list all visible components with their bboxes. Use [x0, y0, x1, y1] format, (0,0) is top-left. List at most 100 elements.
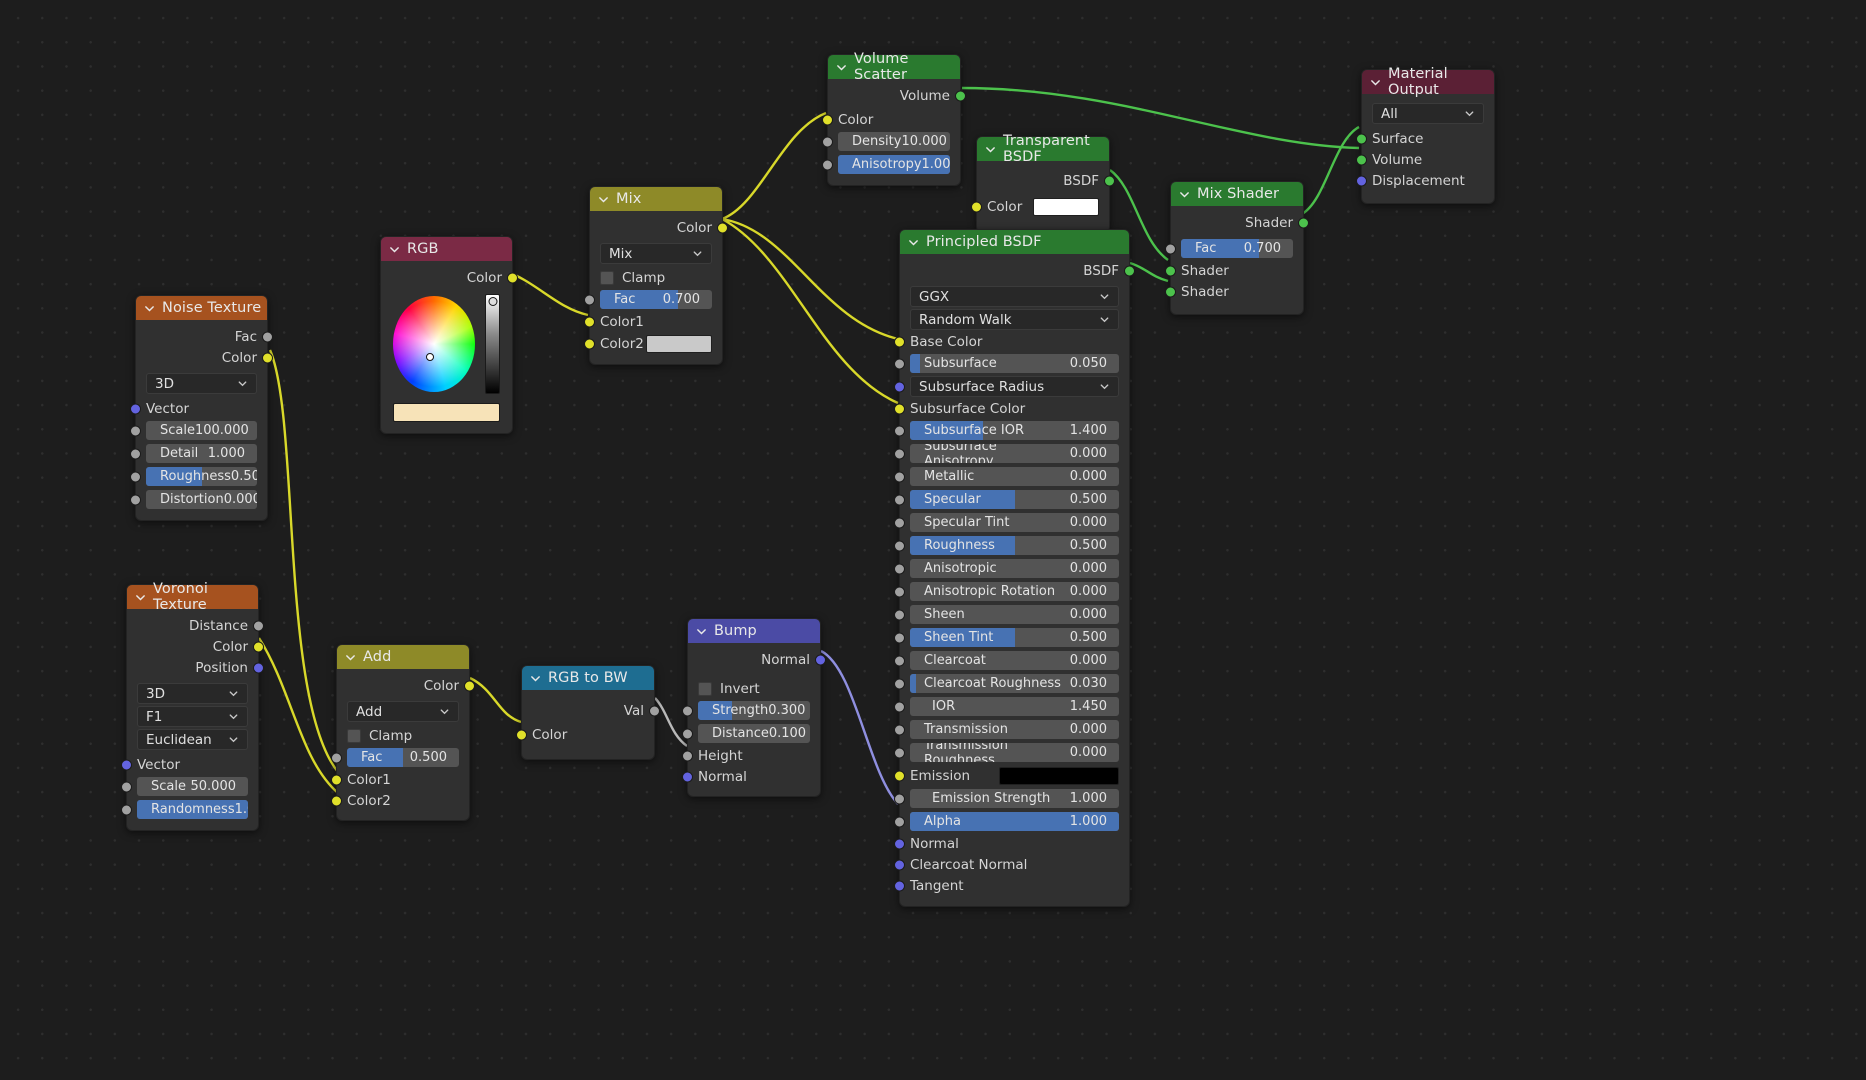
slider-distortion[interactable]: Distortion 0.000 [146, 490, 257, 509]
socket-out-fac[interactable] [262, 331, 273, 342]
subsurface-method-dropdown[interactable]: Random Walk [910, 309, 1119, 330]
node-transparent-bsdf[interactable]: Transparent BSDF BSDF Color [971, 133, 1115, 233]
socket-in-height[interactable] [682, 750, 693, 761]
color-wheel[interactable] [393, 296, 476, 392]
slider-detail[interactable]: Detail 1.000 [146, 444, 257, 463]
socket-in-strength[interactable] [682, 705, 693, 716]
chevron-down-icon[interactable] [908, 237, 919, 248]
socket-in-subsurface-radius[interactable] [894, 381, 905, 392]
chevron-down-icon[interactable] [1179, 189, 1190, 200]
node-header-rgb-to-bw[interactable]: RGB to BW [522, 666, 654, 690]
slider-transmission-roughness[interactable]: Transmission Roughness 0.000 [910, 743, 1119, 762]
node-header-volume-scatter[interactable]: Volume Scatter [828, 51, 960, 83]
node-header-add[interactable]: Add [337, 645, 469, 669]
socket-in-normal[interactable] [682, 771, 693, 782]
color-picker[interactable] [381, 288, 512, 396]
node-voronoi-texture[interactable]: Voronoi Texture Distance Color Position … [121, 581, 264, 831]
socket-in-color1[interactable] [584, 316, 595, 327]
emission-swatch[interactable] [999, 766, 1119, 785]
socket-in-color1[interactable] [331, 774, 342, 785]
socket-in-emission[interactable] [894, 770, 905, 781]
node-material-output[interactable]: Material Output All Surface Volume Displ… [1356, 66, 1495, 204]
slider-anisotropic[interactable]: Anisotropic 0.000 [910, 559, 1119, 578]
chevron-down-icon[interactable] [135, 592, 146, 603]
value-slider-cursor[interactable] [488, 297, 498, 306]
socket-out-bsdf[interactable] [1104, 175, 1115, 186]
socket-in-metallic[interactable] [894, 471, 905, 482]
node-header-transparent-bsdf[interactable]: Transparent BSDF [977, 133, 1109, 165]
socket-in-scale[interactable] [130, 425, 141, 436]
node-volume-scatter[interactable]: Volume Scatter Volume Color Density 10.0… [822, 51, 966, 186]
dropdown-subsurface-radius[interactable]: Subsurface Radius [910, 376, 1119, 397]
slider-scale[interactable]: Scale 50.000 [137, 777, 248, 796]
socket-in-base-color[interactable] [894, 336, 905, 347]
slider-subsurface-ior[interactable]: Subsurface IOR 1.400 [910, 421, 1119, 440]
socket-in-clearcoat[interactable] [894, 655, 905, 666]
chevron-down-icon[interactable] [389, 244, 400, 255]
slider-distance[interactable]: Distance 0.100 [698, 724, 810, 743]
node-rgb-to-bw[interactable]: RGB to BW Val Color [516, 665, 660, 760]
invert-checkbox[interactable] [698, 681, 712, 696]
socket-in-displacement[interactable] [1356, 175, 1367, 186]
slider-roughness[interactable]: Roughness 0.500 [146, 467, 257, 486]
socket-in-ior[interactable] [894, 701, 905, 712]
node-header-material-output[interactable]: Material Output [1362, 66, 1494, 98]
slider-density[interactable]: Density 10.000 [838, 132, 950, 151]
socket-in-vector[interactable] [130, 403, 141, 414]
socket-in-fac[interactable] [584, 294, 595, 305]
node-header-mix[interactable]: Mix [590, 187, 722, 211]
socket-in-shader-1[interactable] [1165, 265, 1176, 276]
socket-in-randomness[interactable] [121, 804, 132, 815]
node-header-rgb[interactable]: RGB [381, 237, 512, 261]
color2-swatch[interactable] [646, 334, 712, 353]
socket-out-color[interactable] [253, 641, 264, 652]
socket-in-anisotropy[interactable] [822, 159, 833, 170]
socket-in-color[interactable] [516, 729, 527, 740]
socket-in-anisotropic-rotation[interactable] [894, 586, 905, 597]
slider-fac[interactable]: Fac 0.700 [600, 290, 712, 309]
socket-in-surface[interactable] [1356, 133, 1367, 144]
socket-in-normal[interactable] [894, 838, 905, 849]
slider-fac[interactable]: Fac 0.700 [1181, 239, 1293, 258]
chevron-down-icon[interactable] [985, 144, 996, 155]
target-dropdown[interactable]: All [1372, 103, 1484, 124]
slider-ior[interactable]: IOR 1.450 [910, 697, 1119, 716]
socket-in-emission-strength[interactable] [894, 793, 905, 804]
socket-in-distortion[interactable] [130, 494, 141, 505]
socket-in-sheen[interactable] [894, 609, 905, 620]
socket-in-distance[interactable] [682, 728, 693, 739]
chevron-down-icon[interactable] [1370, 77, 1381, 88]
distance-metric-dropdown[interactable]: Euclidean [137, 729, 248, 750]
slider-fac[interactable]: Fac 0.500 [347, 748, 459, 767]
slider-strength[interactable]: Strength 0.300 [698, 701, 810, 720]
node-header-bump[interactable]: Bump [688, 619, 820, 643]
node-principled-bsdf[interactable]: Principled BSDF BSDF GGX Random Walk Bas… [894, 229, 1135, 907]
node-mix[interactable]: Mix Color Mix Clamp Fac 0.700 Color1 Col… [584, 186, 728, 365]
slider-specular[interactable]: Specular 0.500 [910, 490, 1119, 509]
socket-in-transmission[interactable] [894, 724, 905, 735]
clamp-checkbox[interactable] [600, 270, 614, 285]
socket-in-subsurface-color[interactable] [894, 403, 905, 414]
node-header-principled-bsdf[interactable]: Principled BSDF [900, 230, 1129, 254]
chevron-down-icon[interactable] [696, 626, 707, 637]
slider-scale[interactable]: Scale 100.000 [146, 421, 257, 440]
socket-in-clearcoat-normal[interactable] [894, 859, 905, 870]
chevron-down-icon[interactable] [144, 303, 155, 314]
socket-out-color[interactable] [262, 352, 273, 363]
socket-out-distance[interactable] [253, 620, 264, 631]
socket-in-subsurface-anisotropy[interactable] [894, 448, 905, 459]
chevron-down-icon[interactable] [836, 62, 847, 73]
socket-in-anisotropic[interactable] [894, 563, 905, 574]
socket-out-color[interactable] [464, 680, 475, 691]
slider-alpha[interactable]: Alpha 1.000 [910, 812, 1119, 831]
dimension-dropdown[interactable]: 3D [146, 373, 257, 394]
slider-sheen-tint[interactable]: Sheen Tint 0.500 [910, 628, 1119, 647]
socket-out-shader[interactable] [1298, 217, 1309, 228]
socket-out-bsdf[interactable] [1124, 265, 1135, 276]
blend-mode-dropdown[interactable]: Mix [600, 243, 712, 264]
socket-in-transmission-roughness[interactable] [894, 747, 905, 758]
socket-in-color2[interactable] [584, 338, 595, 349]
socket-out-color[interactable] [717, 222, 728, 233]
chevron-down-icon[interactable] [345, 652, 356, 663]
slider-anisotropy[interactable]: Anisotropy 1.000 [838, 155, 950, 174]
